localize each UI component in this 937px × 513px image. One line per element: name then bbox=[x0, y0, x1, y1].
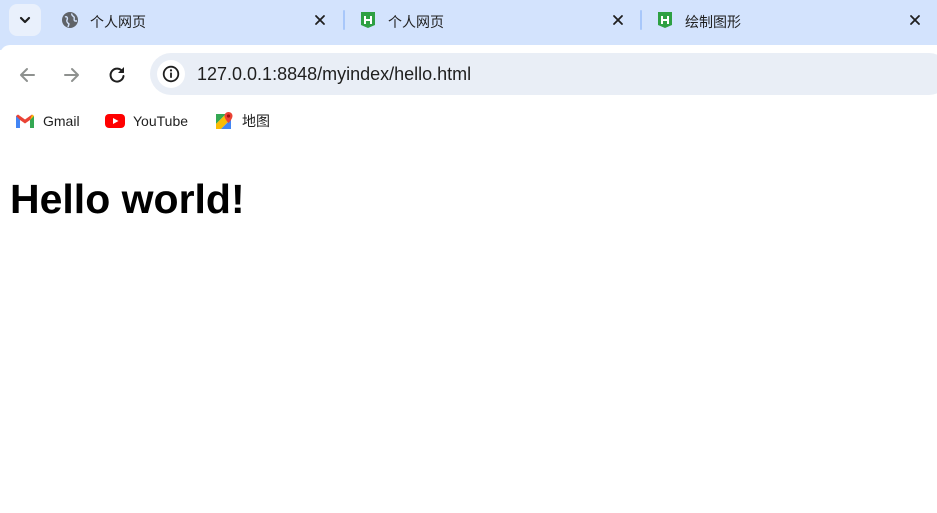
tab-strip: 个人网页 个人网页 绘制图形 bbox=[0, 0, 937, 45]
tab-search-button[interactable] bbox=[9, 4, 41, 36]
tab-personal-page-1[interactable]: 个人网页 bbox=[61, 0, 336, 40]
gmail-icon bbox=[15, 111, 35, 131]
arrow-right-icon bbox=[64, 68, 79, 82]
address-bar[interactable]: 127.0.0.1:8848/myindex/hello.html bbox=[150, 53, 937, 95]
bookmarks-bar: Gmail YouTube 地图 bbox=[0, 103, 937, 139]
tab-separator bbox=[343, 10, 345, 30]
tab-title: 绘制图形 bbox=[685, 14, 741, 30]
bookmark-youtube[interactable]: YouTube bbox=[105, 111, 188, 131]
page-content: Hello world! bbox=[0, 139, 937, 513]
url-text: 127.0.0.1:8848/myindex/hello.html bbox=[197, 64, 472, 84]
bookmark-label: Gmail bbox=[43, 113, 80, 129]
back-button[interactable] bbox=[12, 60, 42, 90]
hbuilder-icon bbox=[361, 12, 375, 28]
youtube-icon bbox=[105, 111, 125, 131]
tab-separator bbox=[640, 10, 642, 30]
reload-button[interactable] bbox=[102, 60, 132, 90]
bookmark-label: YouTube bbox=[133, 113, 189, 129]
tab-title: 个人网页 bbox=[90, 14, 146, 30]
bookmark-label: 地图 bbox=[242, 113, 270, 129]
tab-close-button[interactable] bbox=[609, 11, 627, 29]
tab-draw-shapes[interactable]: 绘制图形 bbox=[656, 0, 931, 40]
maps-icon bbox=[214, 111, 234, 131]
tab-personal-page-2[interactable]: 个人网页 bbox=[359, 0, 634, 40]
page-heading: Hello world! bbox=[10, 176, 245, 222]
tab-title: 个人网页 bbox=[388, 14, 444, 30]
info-icon bbox=[162, 65, 180, 83]
close-icon bbox=[910, 15, 920, 25]
close-icon bbox=[613, 15, 623, 25]
bookmark-gmail[interactable]: Gmail bbox=[15, 111, 80, 131]
tab-close-button[interactable] bbox=[906, 11, 924, 29]
forward-button[interactable] bbox=[57, 60, 87, 90]
tab-close-button[interactable] bbox=[311, 11, 329, 29]
arrow-left-icon bbox=[20, 68, 35, 82]
chevron-down-icon bbox=[19, 16, 31, 24]
bookmark-maps[interactable]: 地图 bbox=[214, 111, 270, 131]
globe-icon bbox=[62, 12, 78, 28]
site-info-button[interactable] bbox=[157, 60, 185, 88]
close-icon bbox=[315, 15, 325, 25]
hbuilder-icon bbox=[658, 12, 672, 28]
reload-icon bbox=[109, 67, 125, 83]
